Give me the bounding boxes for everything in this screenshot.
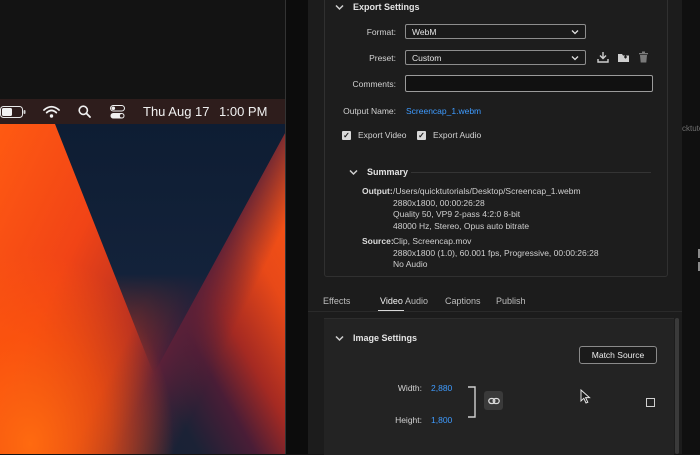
export-settings-section: Export Settings Format: WebM Preset: Cus… xyxy=(324,0,668,277)
format-value: WebM xyxy=(412,26,437,37)
export-settings-header[interactable]: Export Settings xyxy=(335,2,420,12)
export-panel: Export Settings Format: WebM Preset: Cus… xyxy=(308,0,700,455)
control-center-icon[interactable] xyxy=(110,99,125,124)
checkbox-icon[interactable] xyxy=(646,398,655,407)
summary-source-line: No Audio xyxy=(393,259,428,269)
chevron-down-icon xyxy=(571,30,579,35)
preview-divider xyxy=(285,0,309,454)
link-icon xyxy=(487,397,500,404)
export-settings-title: Export Settings xyxy=(353,2,420,12)
checkbox-icon[interactable]: ✓ xyxy=(417,130,426,140)
summary-title: Summary xyxy=(367,167,409,177)
preset-label: Preset: xyxy=(369,53,396,63)
download-preset-icon[interactable] xyxy=(597,51,609,63)
import-preset-icon[interactable] xyxy=(617,51,630,63)
export-video-checkbox[interactable]: ✓ Export Video xyxy=(342,130,407,140)
checkbox-icon[interactable]: ✓ xyxy=(342,130,351,140)
summary-output-line: /Users/quicktutorials/Desktop/Screencap_… xyxy=(393,186,581,196)
tab-publish[interactable]: Publish xyxy=(496,296,526,306)
mouse-cursor-icon xyxy=(580,389,591,404)
tab-video[interactable]: Video xyxy=(380,296,403,306)
width-label: Width: xyxy=(397,383,422,393)
tab-effects[interactable]: Effects xyxy=(323,296,350,306)
comments-field[interactable] xyxy=(405,75,653,92)
wallpaper-shape xyxy=(55,124,285,374)
chevron-down-icon[interactable] xyxy=(349,168,358,177)
summary-output-line: 48000 Hz, Stereo, Opus auto bitrate xyxy=(393,220,530,231)
summary-source-text: Clip, Screencap.mov 2880x1800 (1.0), 60.… xyxy=(393,236,599,271)
summary-divider xyxy=(411,172,651,173)
image-settings-section: Image Settings Match Source Width: 2,880… xyxy=(324,318,674,455)
summary-output-line: 2880x1800, 00:00:26:28 xyxy=(393,197,485,208)
tabs-divider xyxy=(308,311,700,312)
summary-output-label: Output: xyxy=(362,186,393,196)
height-label: Height: xyxy=(395,415,422,425)
trash-icon[interactable] xyxy=(638,51,649,63)
comments-label: Comments: xyxy=(352,79,396,89)
tab-audio[interactable]: Audio xyxy=(405,296,428,306)
summary-header[interactable]: Summary xyxy=(349,167,408,177)
summary-source-line: 2880x1800 (1.0), 60.001 fps, Progressive… xyxy=(393,247,599,258)
adjacent-panel-edge: cktuto xyxy=(682,0,700,454)
chevron-down-icon[interactable] xyxy=(335,3,344,12)
export-audio-label: Export Audio xyxy=(433,130,482,140)
preset-select[interactable]: Custom xyxy=(405,50,586,65)
export-audio-checkbox[interactable]: ✓ Export Audio xyxy=(417,130,481,140)
export-video-label: Export Video xyxy=(358,130,407,140)
desktop-wallpaper xyxy=(0,124,285,454)
summary-output-line: Quality 50, VP9 2-pass 4:2:0 8-bit xyxy=(393,209,521,219)
tab-captions[interactable]: Captions xyxy=(445,296,481,306)
match-source-button[interactable]: Match Source xyxy=(579,346,657,364)
image-settings-title: Image Settings xyxy=(353,333,418,343)
wifi-icon[interactable] xyxy=(43,99,60,124)
height-value[interactable]: 1,800 xyxy=(431,415,452,425)
panel-scrollbar[interactable] xyxy=(675,318,679,454)
summary-source-label: Source: xyxy=(362,236,394,246)
preset-value: Custom xyxy=(412,52,442,63)
chevron-down-icon xyxy=(571,56,579,61)
format-label: Format: xyxy=(366,27,396,37)
adjacent-panel-text: cktuto xyxy=(682,124,700,133)
width-value[interactable]: 2,880 xyxy=(431,383,452,393)
summary-source-line: Clip, Screencap.mov xyxy=(393,236,472,246)
screen-preview: Thu Aug 17 1:00 PM xyxy=(0,0,285,454)
menubar-time[interactable]: 1:00 PM xyxy=(219,99,267,124)
chevron-down-icon[interactable] xyxy=(335,334,344,343)
image-settings-header[interactable]: Image Settings xyxy=(335,333,417,343)
search-icon[interactable] xyxy=(78,99,91,124)
menubar-date[interactable]: Thu Aug 17 xyxy=(143,99,210,124)
output-name-label: Output Name: xyxy=(343,106,396,116)
battery-icon[interactable] xyxy=(0,99,26,124)
format-select[interactable]: WebM xyxy=(405,24,586,39)
constrain-proportions-button[interactable] xyxy=(484,391,503,410)
mac-menubar: Thu Aug 17 1:00 PM xyxy=(0,99,285,124)
aspect-bracket xyxy=(468,386,476,418)
output-name-link[interactable]: Screencap_1.webm xyxy=(406,106,481,116)
summary-output-text: /Users/quicktutorials/Desktop/Screencap_… xyxy=(393,186,581,232)
